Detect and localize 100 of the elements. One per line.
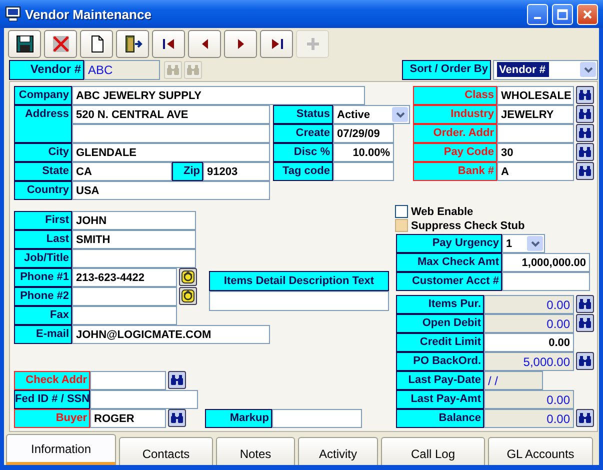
field-label: Vendor # bbox=[9, 60, 84, 80]
lookup-button[interactable] bbox=[576, 409, 594, 427]
exit-button[interactable] bbox=[116, 30, 149, 58]
field-label: Bank # bbox=[413, 162, 497, 181]
input-field[interactable] bbox=[502, 272, 590, 291]
tab[interactable]: Activity bbox=[298, 437, 378, 465]
delete-button[interactable] bbox=[44, 30, 77, 58]
cross-icon bbox=[50, 34, 70, 54]
minimize-button[interactable] bbox=[527, 4, 548, 24]
readonly-field: ABC bbox=[84, 60, 160, 80]
field-label: Last Pay-Amt bbox=[396, 390, 484, 409]
input-field[interactable] bbox=[72, 306, 177, 325]
caret-icon bbox=[530, 240, 540, 246]
input-field[interactable]: 213-623-4422 bbox=[72, 268, 177, 287]
field-label: Disc % bbox=[273, 143, 333, 162]
binoculars-icon bbox=[578, 298, 592, 310]
input-field[interactable] bbox=[333, 162, 394, 181]
input-field[interactable]: 10.00% bbox=[333, 143, 394, 162]
field-label: PO BackOrd. bbox=[396, 352, 484, 371]
input-field[interactable] bbox=[272, 409, 362, 428]
input-field[interactable]: 0.00 bbox=[484, 333, 574, 352]
field-label: Country bbox=[14, 181, 72, 200]
field-label: City bbox=[14, 143, 72, 162]
binoculars-icon bbox=[578, 146, 592, 158]
save-button[interactable] bbox=[8, 30, 41, 58]
dropdown-field[interactable]: Active bbox=[333, 105, 410, 124]
checkbox[interactable] bbox=[395, 205, 408, 218]
close-button[interactable] bbox=[577, 4, 598, 24]
input-field[interactable]: 1,000,000.00 bbox=[502, 253, 590, 272]
tab[interactable]: Notes bbox=[216, 437, 295, 465]
field-label: Class bbox=[413, 86, 497, 105]
tab[interactable]: Call Log bbox=[381, 437, 485, 465]
telephone-icon bbox=[181, 289, 195, 303]
lookup-button[interactable] bbox=[576, 105, 594, 123]
field-label: Company bbox=[14, 86, 72, 105]
first-record-button[interactable] bbox=[152, 30, 185, 58]
input-field[interactable]: WHOLESALE bbox=[497, 86, 574, 105]
binoculars-icon bbox=[578, 165, 592, 177]
input-field[interactable]: SMITH bbox=[72, 230, 196, 249]
new-button[interactable] bbox=[80, 30, 113, 58]
input-field[interactable]: CA bbox=[72, 162, 172, 181]
field-label: Create bbox=[273, 124, 333, 143]
field-label: Open Debit bbox=[396, 314, 484, 333]
readonly-field: 0.00 bbox=[484, 390, 574, 409]
lookup-button[interactable] bbox=[576, 162, 594, 180]
input-field[interactable]: 520 N. CENTRAL AVE bbox=[72, 105, 270, 124]
last-record-button[interactable] bbox=[260, 30, 293, 58]
lookup-button[interactable] bbox=[576, 295, 594, 313]
input-field[interactable] bbox=[497, 124, 574, 143]
input-field[interactable]: 07/29/09 bbox=[333, 124, 394, 143]
input-field[interactable] bbox=[72, 287, 177, 306]
field-label: Phone #2 bbox=[14, 287, 72, 306]
field-label: Customer Acct # bbox=[396, 272, 502, 291]
input-field[interactable]: USA bbox=[72, 181, 270, 200]
lookup-button[interactable] bbox=[576, 86, 594, 104]
dial-button[interactable] bbox=[179, 268, 197, 286]
input-field[interactable]: GLENDALE bbox=[72, 143, 270, 162]
maximize-button[interactable] bbox=[552, 4, 573, 24]
dropdown-value: 1 bbox=[506, 237, 512, 251]
binoculars-icon bbox=[170, 374, 184, 386]
dropdown-field[interactable]: Vendor # bbox=[493, 60, 598, 80]
previous-record-button[interactable] bbox=[188, 30, 221, 58]
right-triangle-icon bbox=[238, 38, 244, 48]
input-field[interactable]: JEWELRY bbox=[497, 105, 574, 124]
tab[interactable]: Information bbox=[6, 434, 116, 465]
lookup-button[interactable] bbox=[168, 371, 186, 389]
lookup-button[interactable] bbox=[168, 409, 186, 427]
field-label: Phone #1 bbox=[14, 268, 72, 287]
input-field[interactable] bbox=[209, 291, 389, 311]
field-label: Credit Limit bbox=[396, 333, 484, 352]
field-label: Tag code bbox=[273, 162, 333, 181]
input-field[interactable]: ROGER bbox=[90, 409, 166, 428]
input-field[interactable] bbox=[72, 249, 196, 268]
input-field[interactable]: 30 bbox=[497, 143, 574, 162]
lookup-button[interactable] bbox=[576, 124, 594, 142]
input-field[interactable]: 91203 bbox=[203, 162, 270, 181]
input-field[interactable]: JOHN bbox=[72, 211, 196, 230]
lookup-button[interactable] bbox=[576, 352, 594, 370]
next-record-button[interactable] bbox=[224, 30, 257, 58]
tab[interactable]: Contacts bbox=[119, 437, 213, 465]
input-field[interactable]: ABC JEWELRY SUPPLY bbox=[72, 86, 365, 105]
input-field[interactable] bbox=[72, 124, 270, 143]
computer-icon bbox=[5, 6, 21, 22]
field-label: Markup bbox=[205, 409, 272, 428]
field-label: First bbox=[14, 211, 72, 230]
field-label: Pay Code bbox=[413, 143, 497, 162]
door-arrow-icon bbox=[122, 34, 142, 54]
readonly-field: 0.00 bbox=[484, 314, 574, 333]
input-field[interactable]: A bbox=[497, 162, 574, 181]
dial-button[interactable] bbox=[179, 287, 197, 305]
lookup-button[interactable] bbox=[576, 314, 594, 332]
input-field[interactable]: JOHN@LOGICMATE.COM bbox=[72, 325, 270, 344]
tab[interactable]: GL Accounts bbox=[488, 437, 593, 465]
input-field[interactable] bbox=[90, 390, 198, 409]
dropdown-field[interactable]: 1 bbox=[502, 234, 545, 253]
input-field[interactable] bbox=[90, 371, 166, 390]
field-label: Max Check Amt bbox=[396, 253, 502, 272]
field-label: State bbox=[14, 162, 72, 181]
field-label: Job/Title bbox=[14, 249, 72, 268]
lookup-button[interactable] bbox=[576, 143, 594, 161]
